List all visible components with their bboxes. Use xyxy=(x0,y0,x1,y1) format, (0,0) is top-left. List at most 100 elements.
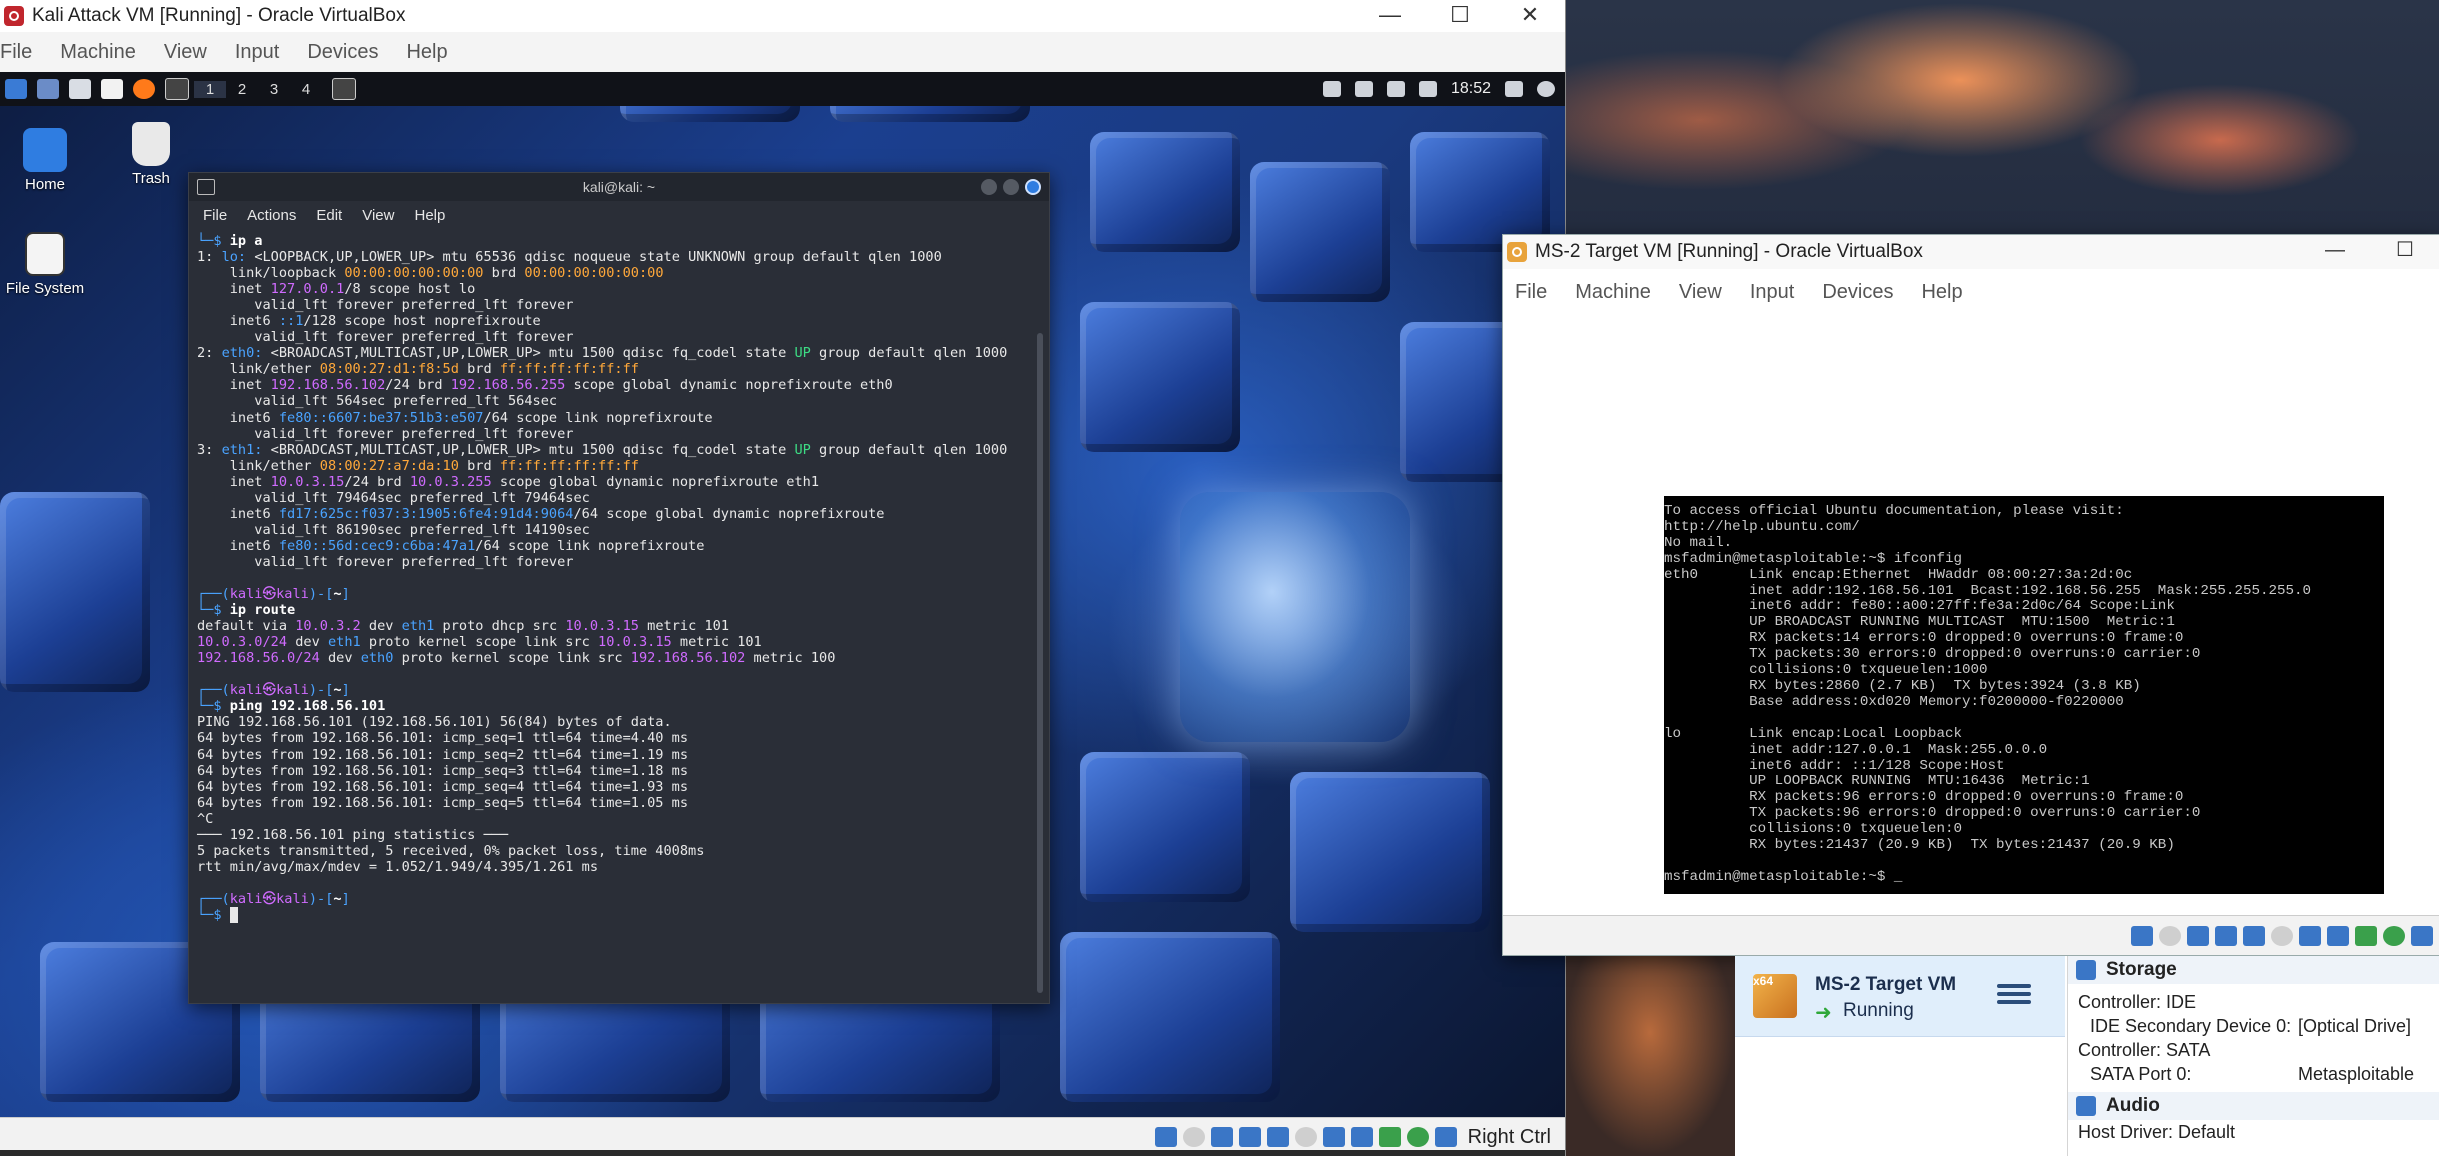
terminal-menu-actions[interactable]: Actions xyxy=(247,207,296,224)
ms2-vm-window[interactable]: MS-2 Target VM [Running] - Oracle Virtua… xyxy=(1502,234,2439,956)
minimize-button[interactable]: — xyxy=(1355,0,1425,32)
workspace-2[interactable]: 2 xyxy=(226,81,258,98)
volume-icon[interactable] xyxy=(1354,81,1373,97)
terminal-minimize-button[interactable] xyxy=(981,179,997,195)
terminal-output[interactable]: └─$ ip a 1: lo: <LOOPBACK,UP,LOWER_UP> m… xyxy=(189,229,1049,977)
sata-port-label: SATA Port 0: xyxy=(2090,1064,2192,1084)
menu-help[interactable]: Help xyxy=(1907,281,1976,304)
wallpaper-cube xyxy=(1250,162,1390,302)
menu-view[interactable]: View xyxy=(150,41,221,64)
file-manager-icon[interactable] xyxy=(69,79,91,99)
terminal-menu-help[interactable]: Help xyxy=(414,207,445,224)
cpu-icon[interactable] xyxy=(2355,925,2377,946)
menu-machine[interactable]: Machine xyxy=(1561,281,1665,304)
console-line: RX bytes:21437 (20.9 KB) TX bytes:21437 … xyxy=(1664,837,2175,854)
hard-disk-icon[interactable] xyxy=(1154,1127,1177,1147)
notification-bell-icon[interactable] xyxy=(1386,81,1405,97)
desktop-filesystem[interactable]: File System xyxy=(0,232,90,297)
menu-file[interactable]: File xyxy=(0,41,46,64)
terminal-close-button[interactable] xyxy=(1025,179,1041,195)
display-icon[interactable] xyxy=(1322,1127,1345,1147)
wallpaper-cube xyxy=(0,492,150,692)
console-line: eth0 Link encap:Ethernet HWaddr 08:00:27… xyxy=(1664,566,2133,583)
display-icon[interactable] xyxy=(1322,81,1341,97)
hard-disk-icon[interactable] xyxy=(2131,925,2153,946)
close-button[interactable]: ✕ xyxy=(1495,0,1565,32)
desktop-home[interactable]: Home xyxy=(0,128,90,193)
menu-help[interactable]: Help xyxy=(392,41,461,64)
ms2-console-output[interactable]: To access official Ubuntu documentation,… xyxy=(1664,496,2384,894)
wallpaper-cube xyxy=(1290,772,1490,932)
mouse-integration-icon[interactable] xyxy=(2411,925,2433,946)
optical-drive-icon[interactable] xyxy=(1182,1127,1205,1147)
maximize-button[interactable]: ☐ xyxy=(2370,235,2439,267)
console-line: TX packets:96 errors:0 dropped:0 overrun… xyxy=(1664,805,2201,822)
usb-icon[interactable] xyxy=(2243,925,2265,946)
kali-menu-icon[interactable] xyxy=(5,79,27,99)
terminal-menu-edit[interactable]: Edit xyxy=(316,207,342,224)
terminal-taskbar-icon[interactable] xyxy=(332,78,356,100)
trash-icon xyxy=(132,122,170,166)
terminal-window[interactable]: kali@kali: ~ File Actions Edit View Help… xyxy=(188,172,1050,1004)
menu-machine[interactable]: Machine xyxy=(46,41,150,64)
menu-file[interactable]: File xyxy=(1515,281,1561,304)
ms2-guest-display[interactable]: To access official Ubuntu documentation,… xyxy=(1503,315,2439,915)
panel-clock[interactable]: 18:52 xyxy=(1451,80,1491,98)
firefox-icon[interactable] xyxy=(133,79,155,99)
audio-section-header[interactable]: Audio xyxy=(2068,1092,2439,1120)
workspace-1[interactable]: 1 xyxy=(194,80,226,98)
network-icon[interactable] xyxy=(2215,925,2237,946)
battery-icon[interactable] xyxy=(1418,81,1437,97)
ms2-window-titlebar[interactable]: MS-2 Target VM [Running] - Oracle Virtua… xyxy=(1503,235,2439,269)
vm-menu-icon[interactable] xyxy=(1997,980,2031,1010)
terminal-scrollbar[interactable] xyxy=(1037,333,1043,993)
audio-icon[interactable] xyxy=(1210,1127,1233,1147)
guest-additions-icon[interactable] xyxy=(2383,925,2405,946)
lock-icon[interactable] xyxy=(1505,81,1523,97)
menu-input[interactable]: Input xyxy=(1736,281,1808,304)
vm-list-item[interactable]: x64 MS-2 Target VM ➜ Running xyxy=(1735,956,2065,1037)
usb-icon[interactable] xyxy=(1266,1127,1289,1147)
menu-devices[interactable]: Devices xyxy=(1808,281,1907,304)
text-editor-icon[interactable] xyxy=(101,79,123,99)
console-line: To access official Ubuntu documentation,… xyxy=(1664,503,2124,519)
storage-section-header[interactable]: Storage xyxy=(2068,956,2439,984)
desktop-trash[interactable]: Trash xyxy=(106,122,196,187)
maximize-button[interactable]: ☐ xyxy=(1425,0,1495,32)
power-icon[interactable] xyxy=(1537,81,1555,97)
minimize-button[interactable]: — xyxy=(2300,235,2370,267)
display-icon[interactable] xyxy=(2299,925,2321,946)
menu-devices[interactable]: Devices xyxy=(293,41,392,64)
terminal-launcher-icon[interactable] xyxy=(165,78,189,100)
recording-icon[interactable] xyxy=(2327,925,2349,946)
show-desktop-icon[interactable] xyxy=(37,79,59,99)
menu-view[interactable]: View xyxy=(1665,281,1736,304)
console-line: collisions:0 txqueuelen:1000 xyxy=(1664,662,1988,679)
ms2-window-title: MS-2 Target VM [Running] - Oracle Virtua… xyxy=(1535,241,1923,262)
optical-drive-icon[interactable] xyxy=(2159,925,2181,946)
virtualbox-icon xyxy=(4,6,24,26)
host-key-label[interactable]: Right Ctrl xyxy=(1468,1126,1551,1149)
mouse-integration-icon[interactable] xyxy=(1434,1127,1457,1147)
terminal-menu-view[interactable]: View xyxy=(362,207,394,224)
guest-additions-icon[interactable] xyxy=(1406,1127,1429,1147)
os-type-icon: x64 xyxy=(1753,974,1797,1018)
menu-input[interactable]: Input xyxy=(221,41,293,64)
kali-vm-window[interactable]: Kali Attack VM [Running] - Oracle Virtua… xyxy=(0,0,1566,1156)
audio-icon[interactable] xyxy=(2187,925,2209,946)
kali-window-menubar: File Machine View Input Devices Help xyxy=(0,32,1565,73)
workspace-3[interactable]: 3 xyxy=(258,81,290,98)
wallpaper-cube xyxy=(1090,132,1240,252)
kali-guest-display[interactable]: 1 2 3 4 18:52 Home Trash File System kal… xyxy=(0,72,1565,1117)
terminal-titlebar[interactable]: kali@kali: ~ xyxy=(189,173,1049,201)
shared-folders-icon[interactable] xyxy=(2271,925,2293,946)
workspace-4[interactable]: 4 xyxy=(290,81,322,98)
recording-icon[interactable] xyxy=(1350,1127,1373,1147)
terminal-maximize-button[interactable] xyxy=(1003,179,1019,195)
shared-folders-icon[interactable] xyxy=(1294,1127,1317,1147)
terminal-menu-file[interactable]: File xyxy=(203,207,227,224)
cpu-icon[interactable] xyxy=(1378,1127,1401,1147)
kali-window-titlebar[interactable]: Kali Attack VM [Running] - Oracle Virtua… xyxy=(0,0,1565,32)
network-icon[interactable] xyxy=(1238,1127,1261,1147)
console-line: Base address:0xd020 Memory:f0200000-f022… xyxy=(1664,693,2124,710)
